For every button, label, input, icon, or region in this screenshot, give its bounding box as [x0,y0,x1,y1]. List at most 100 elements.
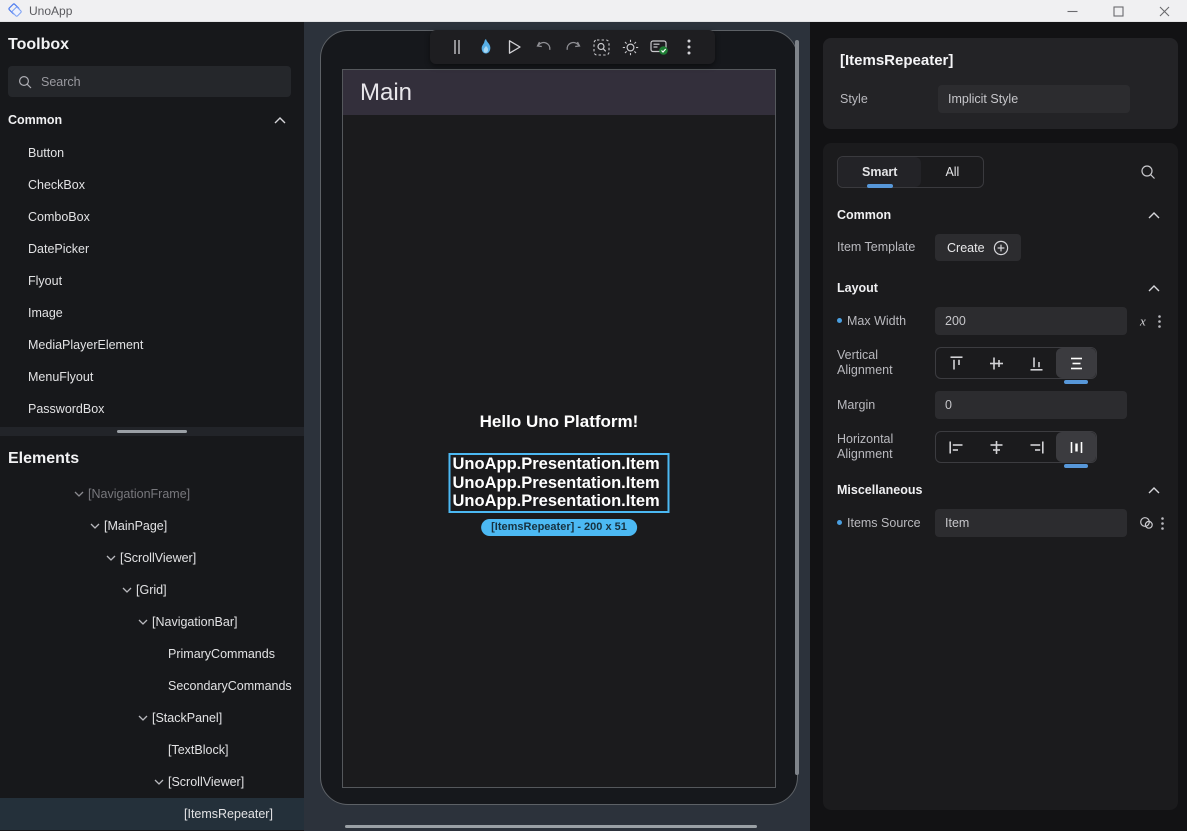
tab-label: Smart [862,165,897,179]
create-button-label: Create [947,241,985,255]
chevron-up-icon [274,117,286,124]
tree-item-grid[interactable]: [Grid] [0,574,304,606]
margin-label: Margin [837,398,935,413]
left-sidebar: Toolbox Common Button CheckBox ComboBox … [0,22,304,831]
horizontal-alignment-label: Horizontal Alignment [837,432,935,462]
chevron-down-icon[interactable] [134,619,152,625]
chevron-down-icon[interactable] [134,715,152,721]
itemsrepeater-selection[interactable]: UnoApp.Presentation.Item UnoApp.Presenta… [449,453,670,513]
maximize-button[interactable] [1095,0,1141,22]
valign-top-button[interactable] [936,348,976,378]
theme-toggle-button[interactable] [616,30,645,64]
section-miscellaneous[interactable]: Miscellaneous [837,483,1164,497]
tree-item-scrollviewer[interactable]: [ScrollViewer] [0,542,304,574]
margin-input[interactable] [935,391,1127,419]
redo-button[interactable] [558,30,587,64]
valign-stretch-button[interactable] [1056,348,1096,378]
section-common[interactable]: Common [837,208,1164,222]
properties-search-icon[interactable] [1140,164,1156,180]
tree-item-scrollviewer-2[interactable]: [ScrollViewer] [0,766,304,798]
more-options-icon[interactable] [1161,517,1164,530]
undo-button[interactable] [529,30,558,64]
tree-item-secondarycommands[interactable]: SecondaryCommands [0,670,304,702]
chevron-up-icon [1148,212,1160,219]
toolbox-section-common[interactable]: Common [0,97,304,137]
halign-left-button[interactable] [936,432,976,462]
selected-option-indicator [1064,464,1088,468]
canvas-horizontal-scrollbar[interactable] [345,825,757,828]
chevron-down-icon[interactable] [86,523,104,529]
repeater-item[interactable]: UnoApp.Presentation.Item [453,492,668,511]
toolbox-item-menuflyout[interactable]: MenuFlyout [0,361,304,393]
selection-size-badge: [ItemsRepeater] - 200 x 51 [481,519,637,536]
tree-item-label: SecondaryCommands [168,679,292,693]
tree-item-navigationbar[interactable]: [NavigationBar] [0,606,304,638]
valign-center-button[interactable] [976,348,1016,378]
style-label: Style [840,92,938,107]
toolbox-item-button[interactable]: Button [0,137,304,169]
style-input[interactable] [938,85,1130,113]
tree-item-navigationframe[interactable]: [NavigationFrame] [0,478,304,510]
tree-item-label: [ItemsRepeater] [184,807,273,821]
hot-reload-flame-icon[interactable] [471,30,500,64]
tree-item-textblock[interactable]: [TextBlock] [0,734,304,766]
valign-bottom-button[interactable] [1016,348,1056,378]
section-layout[interactable]: Layout [837,281,1164,295]
chevron-down-icon[interactable] [70,491,88,497]
toolbox-item-mediaplayerelement[interactable]: MediaPlayerElement [0,329,304,361]
more-options-icon[interactable] [1158,315,1161,328]
tree-item-mainpage[interactable]: [MainPage] [0,510,304,542]
device-frame: Main Hello Uno Platform! UnoApp.Presenta… [320,30,798,805]
toolbox-search[interactable] [8,66,291,97]
properties-panel: [ItemsRepeater] Style Smart All [810,22,1187,831]
repeater-item[interactable]: UnoApp.Presentation.Item [453,455,668,474]
toolbox-item-checkbox[interactable]: CheckBox [0,169,304,201]
toolbox-item-passwordbox[interactable]: PasswordBox [0,393,304,425]
toolbox-search-input[interactable] [41,75,281,89]
panel-splitter[interactable] [0,427,304,436]
binding-icon[interactable] [1139,516,1155,530]
tab-all[interactable]: All [921,157,983,187]
titlebar: UnoApp [0,0,1187,22]
active-tab-indicator [867,184,893,188]
svg-text:x: x [1139,314,1146,328]
halign-stretch-button[interactable] [1056,432,1096,462]
chevron-down-icon[interactable] [150,779,168,785]
tree-item-label: [StackPanel] [152,711,222,725]
tab-label: All [945,165,959,179]
tree-item-itemsrepeater[interactable]: [ItemsRepeater] [0,798,304,830]
toolbox-item-datepicker[interactable]: DatePicker [0,233,304,265]
max-width-input[interactable] [935,307,1127,335]
expression-icon[interactable]: x [1139,314,1152,328]
item-template-label: Item Template [837,240,935,255]
tab-smart[interactable]: Smart [838,157,921,187]
design-canvas: Main Hello Uno Platform! UnoApp.Presenta… [304,22,810,831]
hot-reload-status-icon[interactable] [645,30,674,64]
chevron-down-icon[interactable] [118,587,136,593]
toolbox-item-combobox[interactable]: ComboBox [0,201,304,233]
repeater-item[interactable]: UnoApp.Presentation.Item [453,474,668,493]
play-button[interactable] [500,30,529,64]
halign-right-button[interactable] [1016,432,1056,462]
section-title: Miscellaneous [837,483,922,497]
properties-card: Smart All Common Item Template Create [823,143,1178,810]
hello-textblock[interactable]: Hello Uno Platform! [343,412,775,432]
halign-center-button[interactable] [976,432,1016,462]
toolbox-item-flyout[interactable]: Flyout [0,265,304,297]
minimize-button[interactable] [1049,0,1095,22]
selected-element-name: [ItemsRepeater] [840,52,1161,69]
element-inspector-button[interactable] [587,30,616,64]
toolbar-drag-handle[interactable] [442,30,471,64]
more-options-button[interactable] [674,30,703,64]
plus-circle-icon [993,240,1009,256]
close-button[interactable] [1141,0,1187,22]
tree-item-primarycommands[interactable]: PrimaryCommands [0,638,304,670]
canvas-vertical-scrollbar[interactable] [795,40,799,775]
tree-item-stackpanel[interactable]: [StackPanel] [0,702,304,734]
chevron-down-icon[interactable] [102,555,120,561]
create-item-template-button[interactable]: Create [935,234,1021,261]
tree-item-label: [MainPage] [104,519,167,533]
items-source-input[interactable] [935,509,1127,537]
horizontal-alignment-control [935,431,1097,463]
toolbox-item-image[interactable]: Image [0,297,304,329]
